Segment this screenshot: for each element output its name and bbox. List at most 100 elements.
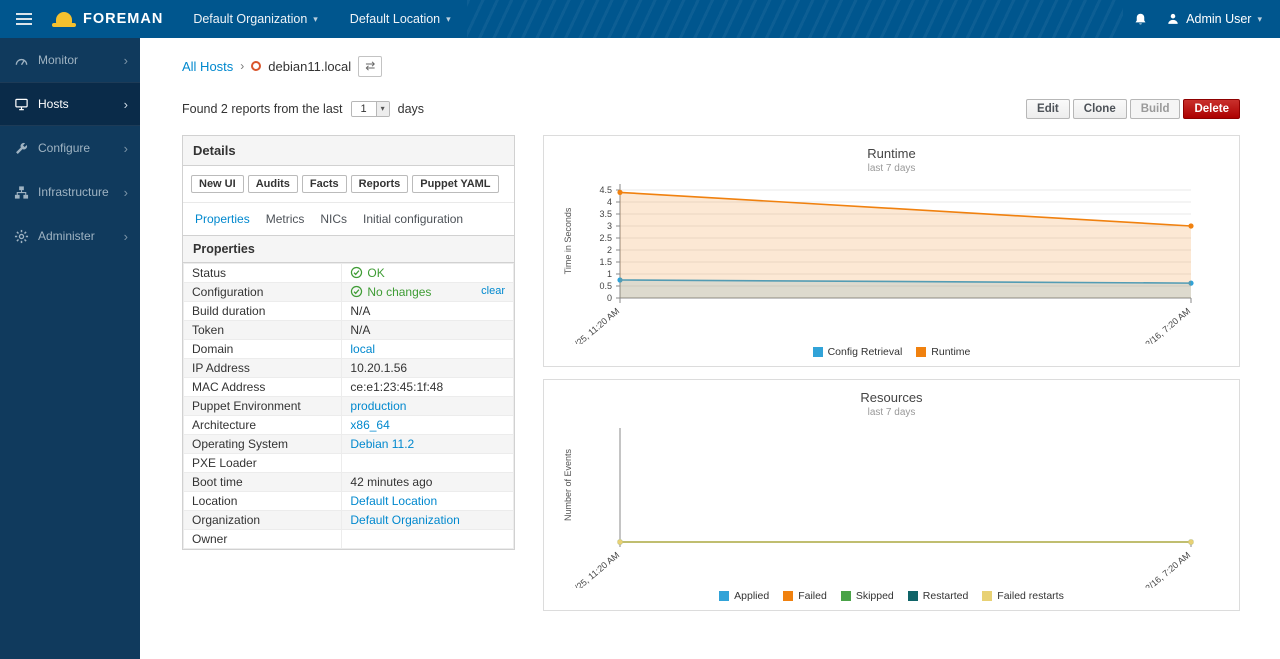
legend-swatch — [813, 347, 823, 357]
property-value: N/A — [342, 320, 514, 339]
organization-selector[interactable]: Default Organization ▾ — [177, 0, 333, 38]
breadcrumb-all-hosts-link[interactable]: All Hosts — [182, 59, 233, 74]
property-value: Debian 11.2 — [342, 434, 514, 453]
sidebar-item-hosts[interactable]: Hosts› — [0, 82, 140, 126]
chevron-right-icon: › — [124, 53, 128, 68]
notifications-bell-button[interactable] — [1123, 0, 1158, 38]
runtime-chart-title: Runtime — [556, 146, 1227, 161]
property-row-operating-system: Operating SystemDebian 11.2 — [184, 434, 514, 453]
svg-text:0.5: 0.5 — [599, 281, 612, 291]
ui-switcher-button[interactable]: ⇄ — [358, 56, 382, 77]
check-circle-icon — [350, 285, 363, 298]
property-row-organization: OrganizationDefault Organization — [184, 510, 514, 529]
legend-item-config-retrieval[interactable]: Config Retrieval — [813, 346, 903, 358]
details-button-new-ui[interactable]: New UI — [191, 175, 244, 193]
property-label: Architecture — [184, 415, 342, 434]
property-link-puppet-environment[interactable]: production — [350, 399, 406, 413]
legend-item-failed-restarts[interactable]: Failed restarts — [982, 590, 1064, 602]
property-row-location: LocationDefault Location — [184, 491, 514, 510]
user-menu-label: Admin User — [1186, 12, 1251, 26]
property-row-configuration: ConfigurationNo changesclear — [184, 282, 514, 301]
tab-properties[interactable]: Properties — [195, 212, 250, 226]
legend-label: Applied — [734, 590, 769, 602]
details-button-reports[interactable]: Reports — [351, 175, 409, 193]
sitemap-icon — [14, 185, 29, 200]
legend-item-failed[interactable]: Failed — [783, 590, 827, 602]
reports-text-after: days — [398, 102, 424, 116]
legend-label: Config Retrieval — [828, 346, 903, 358]
details-button-audits[interactable]: Audits — [248, 175, 298, 193]
legend-label: Runtime — [931, 346, 970, 358]
legend-item-restarted[interactable]: Restarted — [908, 590, 969, 602]
tab-metrics[interactable]: Metrics — [266, 212, 305, 226]
sidebar-item-infrastructure[interactable]: Infrastructure› — [0, 170, 140, 214]
build-button: Build — [1130, 99, 1181, 119]
svg-text:4.5: 4.5 — [599, 185, 612, 195]
property-label: Configuration — [184, 282, 342, 301]
report-days-value: 1 — [352, 102, 376, 116]
runtime-chart-subtitle: last 7 days — [556, 163, 1227, 174]
legend-label: Failed restarts — [997, 590, 1064, 602]
hamburger-menu-button[interactable] — [0, 0, 48, 38]
resources-chart-plot: 11/25, 11:20 AM12/16, 7:20 AMNumber of E… — [556, 420, 1227, 588]
resources-chart-card: Resources last 7 days 11/25, 11:20 AM12/… — [543, 379, 1240, 611]
property-link-organization[interactable]: Default Organization — [350, 513, 459, 527]
property-label: PXE Loader — [184, 453, 342, 472]
property-value: local — [342, 339, 514, 358]
foreman-logo[interactable]: FOREMAN — [48, 0, 177, 38]
property-link-architecture[interactable]: x86_64 — [350, 418, 389, 432]
breadcrumb: All Hosts › debian11.local ⇄ — [182, 56, 1240, 77]
legend-swatch — [908, 591, 918, 601]
property-label: IP Address — [184, 358, 342, 377]
details-button-facts[interactable]: Facts — [302, 175, 347, 193]
legend-swatch — [841, 591, 851, 601]
hosts-icon — [14, 97, 29, 112]
runtime-chart-card: Runtime last 7 days 00.511.522.533.544.5… — [543, 135, 1240, 367]
property-value: OK — [342, 263, 514, 282]
property-link-domain[interactable]: local — [350, 342, 375, 356]
property-label: Token — [184, 320, 342, 339]
sidebar-item-label: Monitor — [38, 53, 78, 67]
delete-button[interactable]: Delete — [1183, 99, 1240, 119]
svg-text:Time in Seconds: Time in Seconds — [563, 207, 573, 274]
edit-button[interactable]: Edit — [1026, 99, 1070, 119]
sidebar-item-administer[interactable]: Administer› — [0, 214, 140, 258]
legend-item-runtime[interactable]: Runtime — [916, 346, 970, 358]
clone-button[interactable]: Clone — [1073, 99, 1127, 119]
sidebar-item-label: Hosts — [38, 97, 69, 111]
brand-name: FOREMAN — [83, 11, 163, 27]
details-card: Details New UIAuditsFactsReportsPuppet Y… — [182, 135, 515, 550]
sidebar-item-configure[interactable]: Configure› — [0, 126, 140, 170]
report-days-select[interactable]: 1 ▾ — [351, 101, 390, 117]
charts-column: Runtime last 7 days 00.511.522.533.544.5… — [543, 135, 1240, 611]
svg-text:1: 1 — [607, 269, 612, 279]
legend-item-skipped[interactable]: Skipped — [841, 590, 894, 602]
property-label: Status — [184, 263, 342, 282]
details-button-puppet-yaml[interactable]: Puppet YAML — [412, 175, 498, 193]
legend-item-applied[interactable]: Applied — [719, 590, 769, 602]
sidebar-nav: Monitor›Hosts›Configure›Infrastructure›A… — [0, 38, 140, 659]
user-menu[interactable]: Admin User ▾ — [1162, 12, 1266, 26]
sidebar-item-monitor[interactable]: Monitor › — [0, 38, 140, 82]
property-value: No changesclear — [342, 282, 514, 301]
location-selector[interactable]: Default Location ▾ — [334, 0, 467, 38]
property-link-operating-system[interactable]: Debian 11.2 — [350, 437, 414, 451]
property-link-location[interactable]: Default Location — [350, 494, 437, 508]
property-value — [342, 529, 514, 548]
runtime-chart-plot: 00.511.522.533.544.511/25, 11:20 AM12/16… — [556, 176, 1227, 344]
tab-nics[interactable]: NICs — [320, 212, 347, 226]
gauge-icon — [14, 53, 29, 68]
chevron-right-icon: › — [124, 141, 128, 156]
host-action-buttons: Edit Clone Build Delete — [1026, 99, 1240, 119]
property-label: Domain — [184, 339, 342, 358]
property-row-status: StatusOK — [184, 263, 514, 282]
location-selector-label: Default Location — [350, 12, 440, 26]
svg-text:3.5: 3.5 — [599, 209, 612, 219]
svg-text:0: 0 — [607, 293, 612, 303]
sidebar-item-label: Infrastructure — [38, 185, 109, 199]
tab-initial-configuration[interactable]: Initial configuration — [363, 212, 463, 226]
property-value: N/A — [342, 301, 514, 320]
details-card-title: Details — [183, 136, 514, 166]
sidebar-item-label: Administer — [38, 229, 95, 243]
clear-link[interactable]: clear — [481, 285, 505, 297]
